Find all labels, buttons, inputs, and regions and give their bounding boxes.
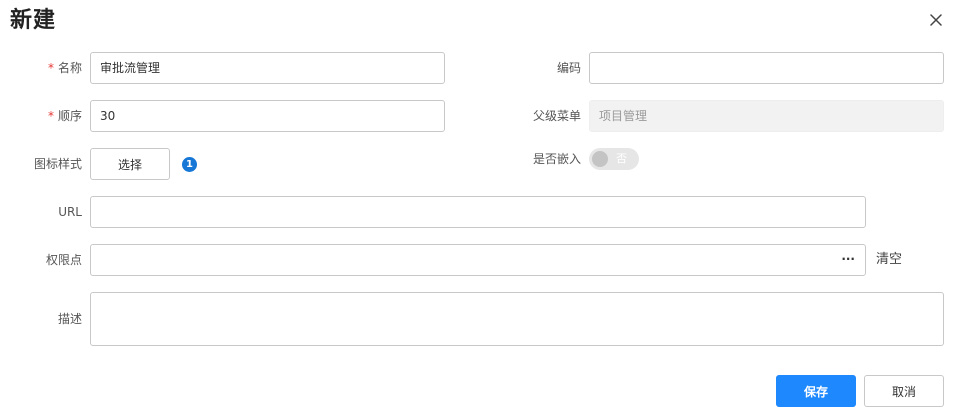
cancel-button[interactable]: 取消 <box>864 375 944 407</box>
description-textarea[interactable] <box>90 292 944 346</box>
info-icon[interactable]: 1 <box>182 157 197 172</box>
url-label: URL <box>58 205 82 219</box>
parent-menu-label: 父级菜单 <box>532 109 581 123</box>
permission-input[interactable]: ··· <box>90 244 866 276</box>
embed-label: 是否嵌入 <box>532 152 581 166</box>
toggle-knob <box>592 151 608 167</box>
select-icon-button[interactable]: 选择 <box>90 148 170 180</box>
save-button[interactable]: 保存 <box>776 375 856 407</box>
close-button[interactable] <box>926 10 946 30</box>
icon-style-label: 图标样式 <box>33 157 82 171</box>
url-input[interactable] <box>90 196 866 228</box>
order-label: * 顺序 <box>47 109 82 123</box>
parent-menu-input: 项目管理 <box>589 100 944 132</box>
required-mark: * <box>47 61 54 75</box>
more-button[interactable]: ··· <box>841 245 855 273</box>
clear-button[interactable]: 清空 <box>876 244 902 276</box>
permission-label: 权限点 <box>45 253 82 267</box>
description-label: 描述 <box>57 312 82 326</box>
order-input[interactable]: 30 <box>90 100 445 132</box>
code-label: 编码 <box>556 61 581 75</box>
toggle-text: 否 <box>616 152 627 165</box>
embed-toggle[interactable]: 否 <box>589 148 639 170</box>
code-input[interactable] <box>589 52 944 84</box>
name-input[interactable]: 审批流管理 <box>90 52 445 84</box>
required-mark: * <box>47 109 54 123</box>
name-label: * 名称 <box>47 61 82 75</box>
dialog-title: 新建 <box>10 8 57 33</box>
close-icon <box>930 14 942 26</box>
